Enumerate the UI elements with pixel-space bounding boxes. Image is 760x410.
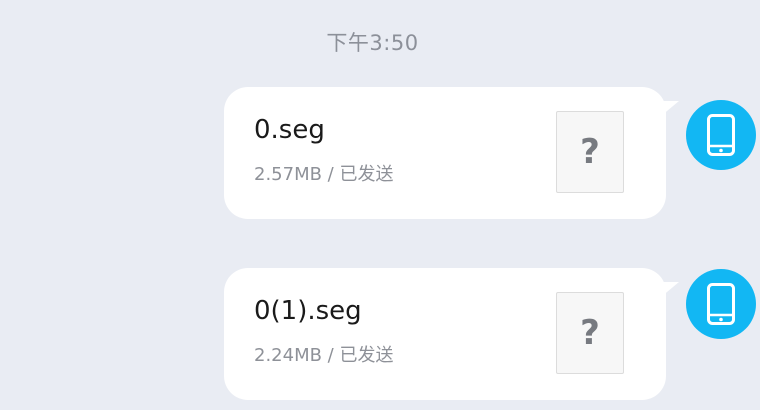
file-bubble[interactable]: 0.seg 2.57MB / 已发送 ? (224, 87, 666, 219)
file-meta: 2.57MB / 已发送 (254, 164, 394, 185)
avatar[interactable] (686, 269, 756, 339)
avatar[interactable] (686, 100, 756, 170)
unknown-file-icon: ? (556, 292, 624, 374)
phone-icon (707, 114, 735, 156)
unknown-file-icon: ? (556, 111, 624, 193)
phone-icon (707, 283, 735, 325)
question-mark-glyph: ? (580, 132, 600, 172)
file-message: 0(1).seg 2.24MB / 已发送 ? (0, 268, 760, 400)
file-bubble[interactable]: 0(1).seg 2.24MB / 已发送 ? (224, 268, 666, 400)
file-name: 0(1).seg (254, 296, 362, 326)
chat-timestamp: 下午3:50 (326, 31, 419, 55)
file-meta: 2.24MB / 已发送 (254, 345, 394, 366)
question-mark-glyph: ? (580, 313, 600, 353)
file-name: 0.seg (254, 115, 325, 145)
file-message: 0.seg 2.57MB / 已发送 ? (0, 87, 760, 219)
